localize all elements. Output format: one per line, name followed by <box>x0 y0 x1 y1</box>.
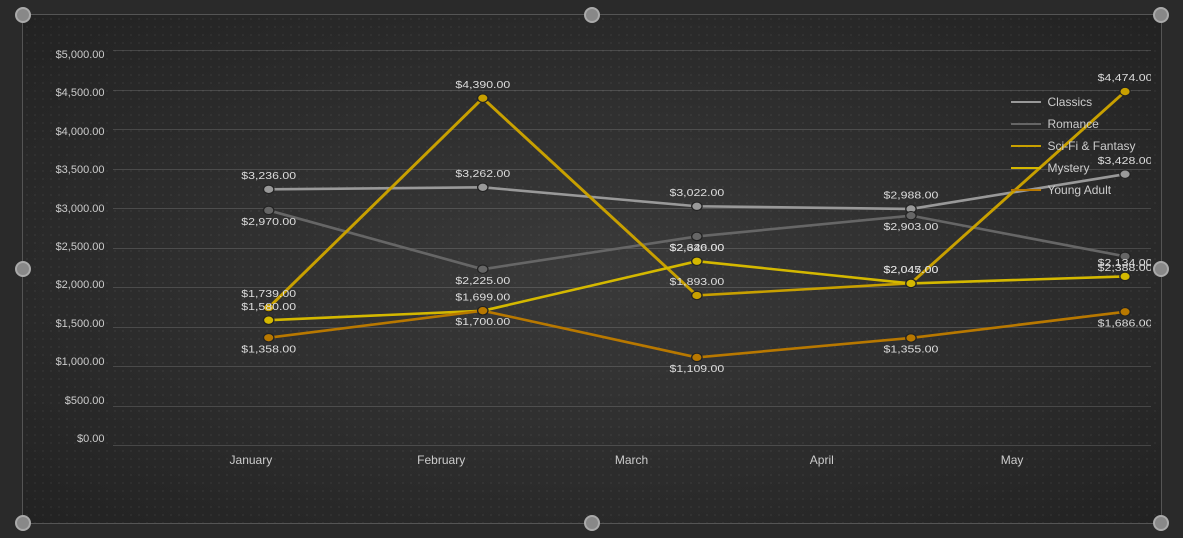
legend-label-3: Mystery <box>1047 161 1089 175</box>
data-point <box>905 279 915 287</box>
legend-color-4 <box>1011 189 1041 191</box>
legend-item-4: Young Adult <box>1011 183 1135 197</box>
data-point <box>1119 308 1129 316</box>
data-label: $1,355.00 <box>883 345 938 356</box>
data-label: $2,045.00 <box>883 265 938 276</box>
corner-bl <box>15 515 31 531</box>
chart-body: $5,000.00 $4,500.00 $4,000.00 $3,500.00 $3,0… <box>33 45 1151 475</box>
data-label: $2,326.00 <box>669 243 724 254</box>
legend-item-0: Classics <box>1011 95 1135 109</box>
data-point <box>263 185 273 193</box>
data-point <box>691 232 701 240</box>
data-label: $4,474.00 <box>1097 73 1150 84</box>
series-line-4 <box>268 311 1124 358</box>
data-label: $1,739.00 <box>241 289 296 300</box>
legend-color-0 <box>1011 101 1041 103</box>
legend-label-2: Sci-Fi & Fantasy <box>1047 139 1135 153</box>
corner-br <box>1153 515 1169 531</box>
data-point <box>905 334 915 342</box>
data-point <box>477 94 487 102</box>
corner-bm <box>584 515 600 531</box>
data-label: $1,893.00 <box>669 277 724 288</box>
y-label: $5,000.00 <box>56 50 105 61</box>
data-label: $4,390.00 <box>455 80 510 91</box>
chart-area: $3,236.00$3,262.00$3,022.00$2,988.00$3,4… <box>113 45 1151 475</box>
y-label: $1,500.00 <box>56 319 105 330</box>
data-point <box>263 334 273 342</box>
legend-label-4: Young Adult <box>1047 183 1111 197</box>
y-label: $4,000.00 <box>56 127 105 138</box>
legend-label-0: Classics <box>1047 95 1092 109</box>
x-label: March <box>615 453 648 467</box>
data-label: $1,699.00 <box>455 292 510 303</box>
data-label: $2,225.00 <box>455 276 510 287</box>
data-point <box>691 291 701 299</box>
data-point <box>477 183 487 191</box>
data-label: $1,686.00 <box>1097 318 1150 329</box>
corner-ml <box>15 261 31 277</box>
chart-svg: $3,236.00$3,262.00$3,022.00$2,988.00$3,4… <box>113 50 1151 445</box>
data-point <box>691 353 701 361</box>
data-label: $3,262.00 <box>455 169 510 180</box>
y-label: $2,500.00 <box>56 242 105 253</box>
data-point <box>477 307 487 315</box>
data-point <box>1119 272 1129 280</box>
legend-color-3 <box>1011 167 1041 169</box>
x-label: April <box>810 453 834 467</box>
corner-tr <box>1153 7 1169 23</box>
y-axis: $5,000.00 $4,500.00 $4,000.00 $3,500.00 $3,0… <box>33 45 113 475</box>
corner-tm <box>584 7 600 23</box>
data-label: $1,700.00 <box>455 317 510 328</box>
legend: Classics Romance Sci-Fi & Fantasy Mystery Yo… <box>1011 95 1135 197</box>
series-line-2 <box>268 92 1124 308</box>
legend-color-1 <box>1011 123 1041 125</box>
chart-container: $5,000.00 $4,500.00 $4,000.00 $3,500.00 $3,0… <box>22 14 1162 524</box>
data-point <box>263 206 273 214</box>
x-label: January <box>230 453 273 467</box>
data-point <box>477 265 487 273</box>
legend-label-1: Romance <box>1047 117 1098 131</box>
data-label: $3,236.00 <box>241 171 296 182</box>
data-label: $2,903.00 <box>883 222 938 233</box>
corner-mr <box>1153 261 1169 277</box>
y-label: $500.00 <box>65 396 105 407</box>
data-label: $2,988.00 <box>883 191 938 202</box>
data-label: $1,109.00 <box>669 364 724 375</box>
legend-item-2: Sci-Fi & Fantasy <box>1011 139 1135 153</box>
corner-tl <box>15 7 31 23</box>
data-label: $1,580.00 <box>241 302 296 313</box>
legend-color-2 <box>1011 145 1041 147</box>
x-label: May <box>1001 453 1024 467</box>
data-label: $1,358.00 <box>241 344 296 355</box>
y-label: $4,500.00 <box>56 88 105 99</box>
y-label: $1,000.00 <box>56 357 105 368</box>
y-label: $2,000.00 <box>56 280 105 291</box>
x-label: February <box>417 453 465 467</box>
y-label: $3,500.00 <box>56 165 105 176</box>
series-line-3 <box>268 261 1124 320</box>
x-labels: January February March April May <box>113 445 1151 475</box>
y-label: $0.00 <box>77 434 105 445</box>
legend-item-1: Romance <box>1011 117 1135 131</box>
legend-item-3: Mystery <box>1011 161 1135 175</box>
y-label: $3,000.00 <box>56 204 105 215</box>
data-point <box>905 212 915 220</box>
data-label: $2,970.00 <box>241 217 296 228</box>
data-point <box>691 202 701 210</box>
data-point <box>263 316 273 324</box>
data-label: $2,134.00 <box>1097 258 1150 269</box>
data-point <box>691 257 701 265</box>
data-label: $3,022.00 <box>669 188 724 199</box>
